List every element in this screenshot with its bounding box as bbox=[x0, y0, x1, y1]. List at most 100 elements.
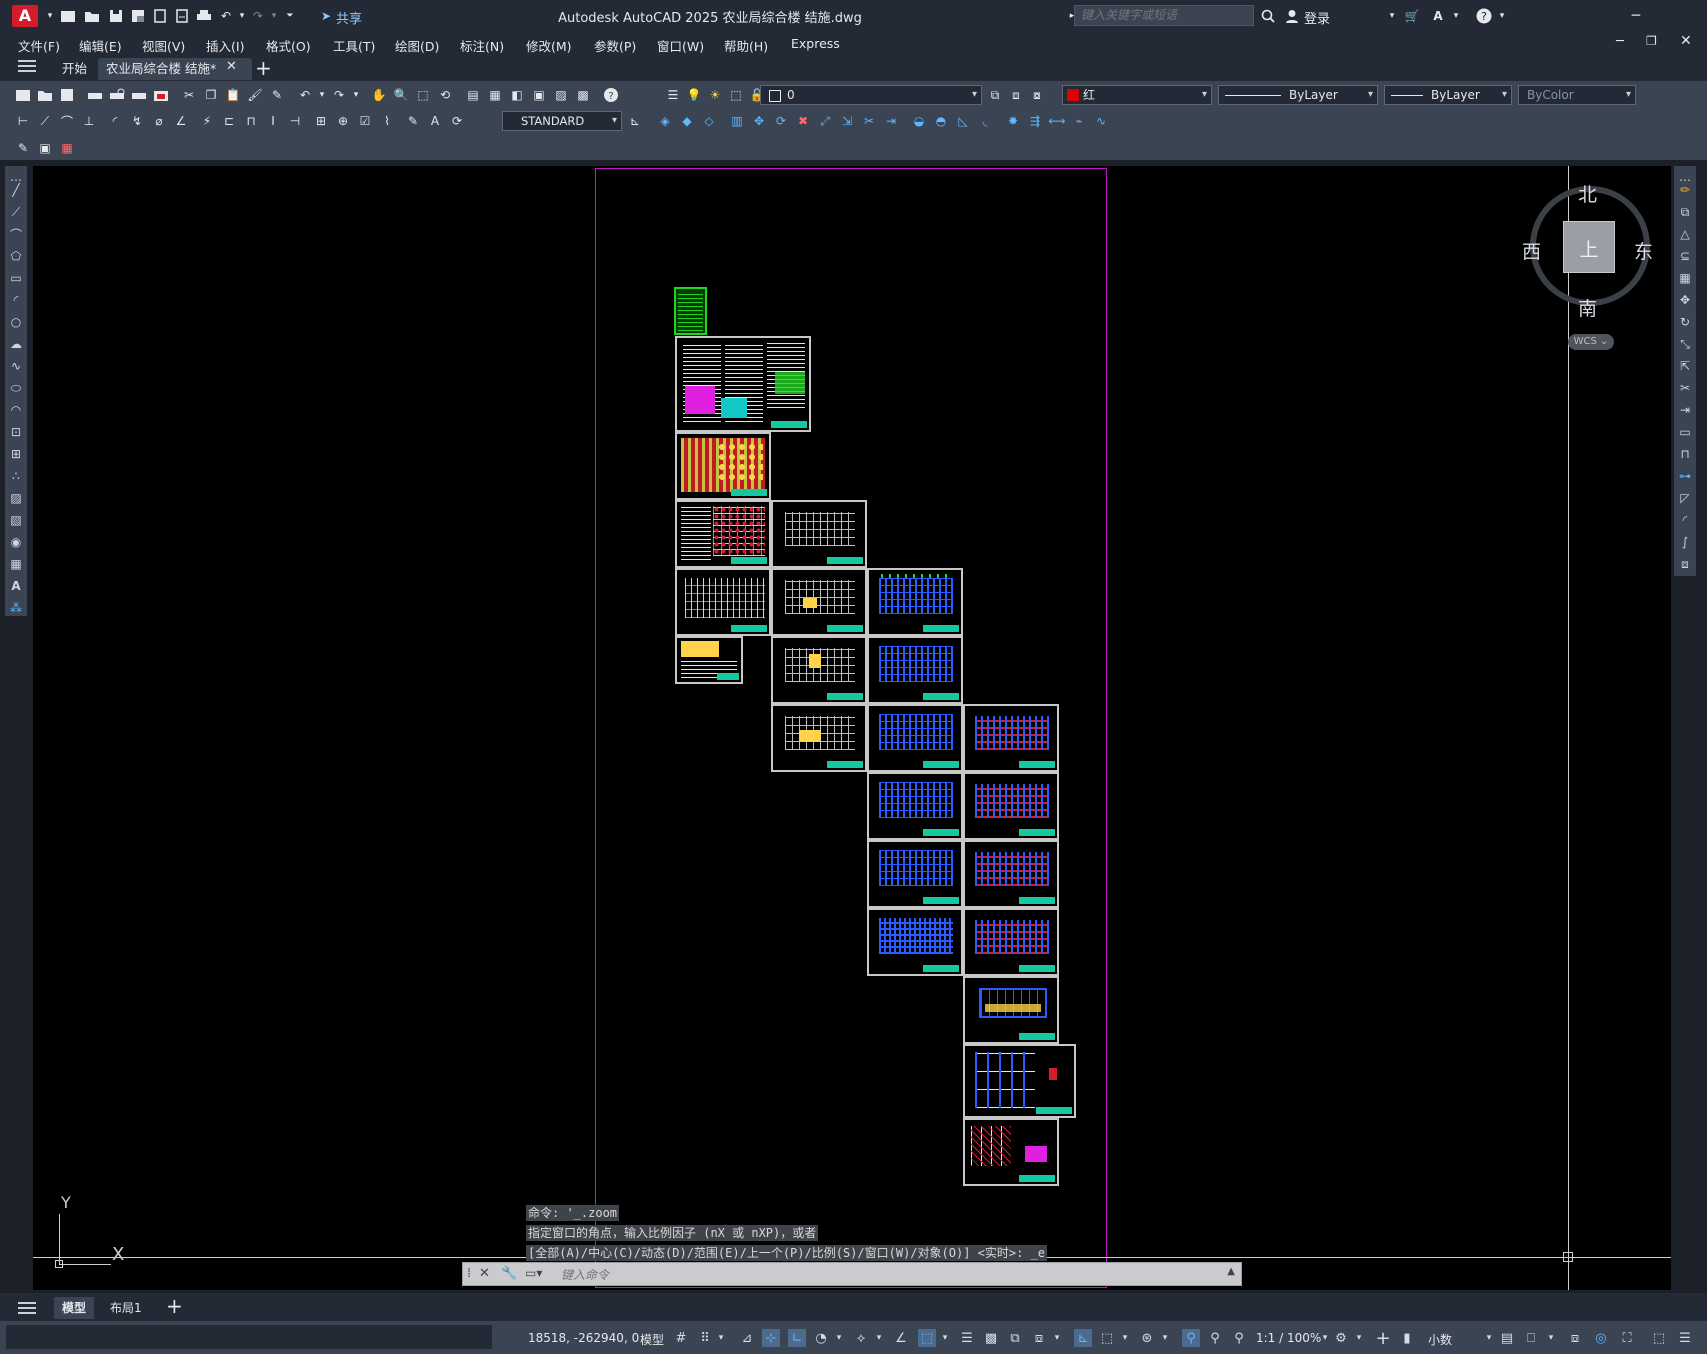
publish-icon[interactable] bbox=[150, 6, 170, 26]
lineweight-combo[interactable]: ByLayer ▾ bbox=[1384, 85, 1512, 105]
drawing-sheet[interactable] bbox=[771, 568, 867, 636]
lock-ui-icon[interactable]: ⎕ bbox=[1522, 1329, 1540, 1347]
quick-dim-icon[interactable]: ⚡ bbox=[198, 112, 216, 130]
doc-close-button[interactable]: ✕ bbox=[1680, 33, 1692, 49]
polar-tracking-icon[interactable]: ◔ bbox=[812, 1329, 830, 1347]
make-block-icon[interactable]: ⊞ bbox=[8, 446, 24, 462]
inspection-icon[interactable]: ☑ bbox=[356, 112, 374, 130]
rotate-palette-icon[interactable]: ↻ bbox=[1677, 314, 1693, 330]
hamburger-menu-icon[interactable] bbox=[18, 59, 36, 76]
cart-icon[interactable]: 🛒 bbox=[1402, 6, 1422, 26]
help-icon[interactable]: ? bbox=[1474, 6, 1494, 26]
sign-in-button[interactable]: 登录 bbox=[1304, 8, 1330, 27]
viewcube-south-label[interactable]: 南 bbox=[1578, 294, 1597, 321]
move-icon[interactable]: ✥ bbox=[750, 112, 768, 130]
auto-scale-icon[interactable]: ⚲ bbox=[1206, 1329, 1224, 1347]
arc-length-dim-icon[interactable]: ⌒ bbox=[58, 112, 76, 130]
linetype-combo[interactable]: ByLayer ▾ bbox=[1218, 85, 1378, 105]
dim-edit-icon[interactable]: ✎ bbox=[404, 112, 422, 130]
jogged-dim-icon[interactable]: ↯ bbox=[128, 112, 146, 130]
ellipse-icon[interactable]: ⬭ bbox=[8, 380, 24, 396]
isolate-objects-icon[interactable]: ⧈ bbox=[1566, 1329, 1584, 1347]
array-icon[interactable]: ▥ bbox=[728, 112, 746, 130]
export-icon[interactable] bbox=[172, 6, 192, 26]
3d-object-snap-icon[interactable]: ⧈ bbox=[1030, 1329, 1048, 1347]
plot-preview-icon[interactable] bbox=[108, 86, 126, 104]
drawing-sheet[interactable] bbox=[675, 568, 771, 636]
multiline-text-icon[interactable]: A bbox=[8, 578, 24, 594]
share-icon[interactable]: ➤ bbox=[316, 6, 336, 26]
sign-in-dropdown-icon[interactable]: ▾ bbox=[1382, 6, 1402, 26]
snap-dropdown-icon[interactable]: ▾ bbox=[712, 1329, 730, 1347]
stretch-icon[interactable]: ⇲ bbox=[838, 112, 856, 130]
chamfer-icon[interactable]: ◺ bbox=[954, 112, 972, 130]
qnew-icon[interactable] bbox=[14, 86, 32, 104]
annotation-scale-value[interactable]: 1:1 / 100% bbox=[1256, 1331, 1321, 1345]
rectangle-icon[interactable]: ▭ bbox=[8, 270, 24, 286]
tab-model[interactable]: 模型 bbox=[54, 1297, 95, 1319]
sheet-set-manager-icon[interactable]: ▣ bbox=[530, 86, 548, 104]
dim-break-icon[interactable]: ⊣ bbox=[286, 112, 304, 130]
baseline-dim-icon[interactable]: ⊏ bbox=[220, 112, 238, 130]
dimstyle-manager-icon[interactable]: ⊾ bbox=[626, 112, 644, 130]
array-palette-icon[interactable]: ▦ bbox=[1677, 270, 1693, 286]
hatch-icon[interactable]: ▨ bbox=[8, 490, 24, 506]
trim-icon[interactable]: ✂ bbox=[860, 112, 878, 130]
copy-icon[interactable]: ❐ bbox=[202, 86, 220, 104]
plot-icon[interactable] bbox=[194, 6, 214, 26]
region-icon[interactable]: ◉ bbox=[8, 534, 24, 550]
drawing-sheet[interactable] bbox=[963, 704, 1059, 772]
open-folder-icon[interactable] bbox=[82, 6, 102, 26]
selection-filter-dropdown-icon[interactable]: ▾ bbox=[1116, 1329, 1134, 1347]
align-icon[interactable]: ⇶ bbox=[1026, 112, 1044, 130]
lengthen-icon[interactable]: ⟷ bbox=[1048, 112, 1066, 130]
lock-ui-dropdown-icon[interactable]: ▾ bbox=[1542, 1329, 1560, 1347]
layer-viewport-freeze-icon[interactable]: ⬚ bbox=[727, 86, 745, 104]
menu-tools[interactable]: 工具(T) bbox=[333, 36, 375, 55]
viewcube-east-label[interactable]: 东 bbox=[1634, 237, 1653, 264]
edit-text-icon[interactable]: ✎ bbox=[14, 139, 32, 157]
mirror-palette-icon[interactable]: △ bbox=[1677, 226, 1693, 242]
viewcube-north-label[interactable]: 北 bbox=[1578, 180, 1597, 207]
break-palette-icon[interactable]: ⊓ bbox=[1677, 446, 1693, 462]
annotation-visibility-icon[interactable]: ⚲ bbox=[1182, 1329, 1200, 1347]
quickcalc-icon[interactable]: ▩ bbox=[574, 86, 592, 104]
move-palette-icon[interactable]: ✥ bbox=[1677, 292, 1693, 308]
quick-properties-icon[interactable]: ▤ bbox=[1498, 1329, 1516, 1347]
ortho-mode-icon[interactable]: ∟ bbox=[788, 1329, 806, 1347]
close-tab-icon[interactable]: ✕ bbox=[226, 59, 237, 74]
user-icon[interactable] bbox=[1282, 6, 1302, 26]
line-icon[interactable]: ╱ bbox=[8, 182, 24, 198]
erase-icon[interactable]: ✖ bbox=[794, 112, 812, 130]
scale-icon[interactable]: ⤢ bbox=[816, 112, 834, 130]
help-dropdown-icon[interactable]: ▾ bbox=[1492, 6, 1512, 26]
drawing-sheet[interactable] bbox=[675, 336, 811, 432]
cursor-coordinates[interactable]: 18518, -262940, 0 bbox=[528, 1331, 639, 1345]
tab-start[interactable]: 开始 bbox=[54, 58, 95, 80]
transparency-icon[interactable]: ▩ bbox=[982, 1329, 1000, 1347]
app-menu-chevron-icon[interactable]: ▾ bbox=[40, 6, 60, 26]
copy-palette-icon[interactable]: ⧉ bbox=[1677, 204, 1693, 220]
customize-quick-access-icon[interactable]: ⏷ bbox=[280, 6, 300, 26]
publish-toolbar-icon[interactable] bbox=[130, 86, 148, 104]
3d-osnap-dropdown-icon[interactable]: ▾ bbox=[1048, 1329, 1066, 1347]
new-layout-plus-icon[interactable]: + bbox=[166, 1294, 183, 1318]
plotstyle-combo[interactable]: ByColor ▾ bbox=[1518, 85, 1636, 105]
tab-layout1[interactable]: 布局1 bbox=[102, 1297, 150, 1319]
close-command-line-icon[interactable]: ✕ bbox=[479, 1266, 490, 1281]
join-icon[interactable]: ◓ bbox=[932, 112, 950, 130]
zoom-realtime-icon[interactable]: 🔍 bbox=[392, 86, 410, 104]
drawing-sheet[interactable] bbox=[771, 500, 867, 568]
layer-states-icon[interactable]: ⧇ bbox=[1028, 86, 1046, 104]
erase-palette-icon[interactable]: ✏ bbox=[1677, 182, 1693, 198]
menu-dimension[interactable]: 标注(N) bbox=[460, 36, 504, 55]
dynamic-ucs-icon[interactable]: ⊾ bbox=[1074, 1329, 1092, 1347]
drawing-sheet[interactable] bbox=[963, 1118, 1059, 1186]
object-snap-icon[interactable]: ⬚ bbox=[918, 1329, 936, 1347]
drawing-sheet[interactable] bbox=[867, 840, 963, 908]
drawing-sheet[interactable] bbox=[963, 908, 1059, 976]
layer-combo[interactable]: 0 ▾ bbox=[760, 85, 982, 105]
undo-toolbar-dropdown-icon[interactable]: ▾ bbox=[318, 86, 326, 104]
fillet-icon[interactable]: ◟ bbox=[976, 112, 994, 130]
help-toolbar-icon[interactable]: ? bbox=[602, 86, 620, 104]
